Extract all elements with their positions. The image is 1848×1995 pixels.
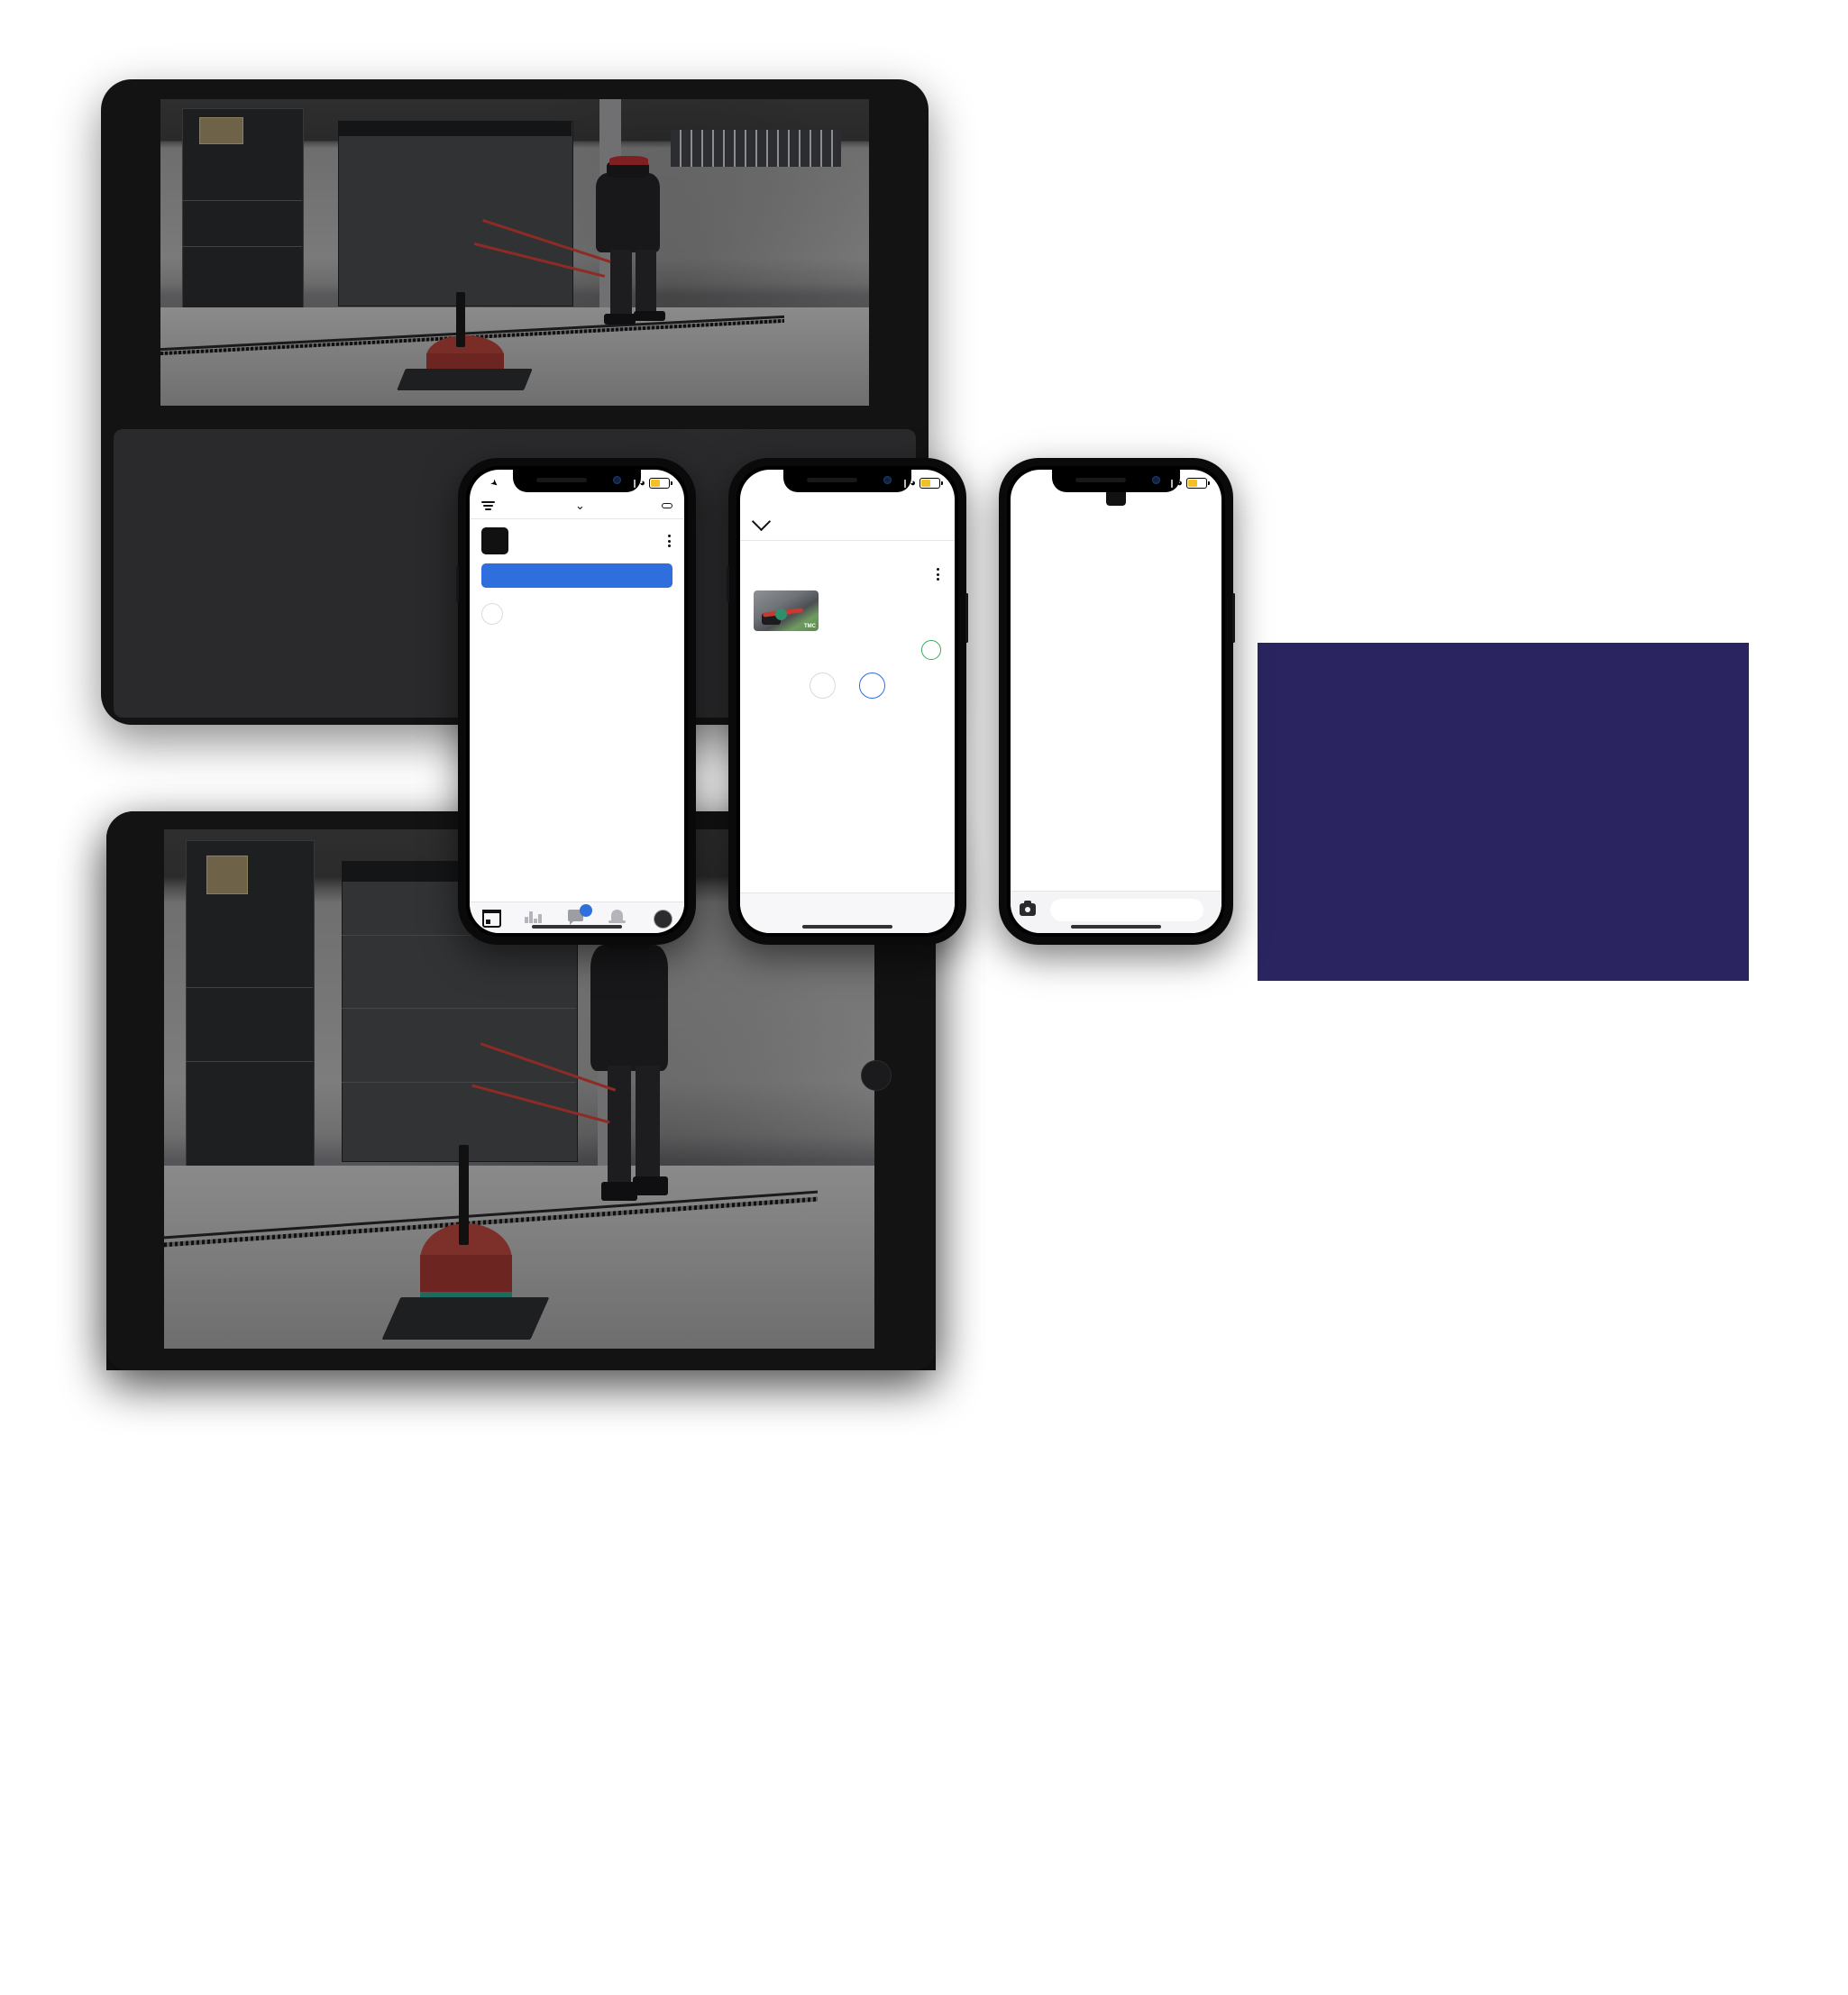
info-icon [481,603,503,625]
resume-session-button[interactable] [481,563,672,588]
tab-stats[interactable] [525,910,543,927]
exercise-demo-thumbnail[interactable]: TMC [754,590,819,631]
phone1-program-row[interactable] [470,519,684,561]
exercise-more-icon[interactable] [935,565,941,583]
purple-backdrop-panel [1258,643,1749,981]
thumb-watermark: TMC [804,624,816,629]
phone1-day-strip[interactable] [470,516,684,517]
session-timer [754,911,941,912]
battery-icon [1186,477,1210,490]
phone1-header: ⌄ [470,495,684,516]
phone1-exercise-blocks [470,628,684,630]
chart-icon [525,910,543,923]
chat-unread-badge [579,903,592,917]
today-button[interactable] [662,503,672,508]
set-stepper[interactable] [754,673,941,699]
camera-icon[interactable] [1020,901,1036,916]
battery-icon [919,477,943,490]
composition-stage: ➤ ◕ ⌄ ◕ TMC ◕ [0,0,1848,1995]
phone-1-device: ➤ ◕ ⌄ [456,458,696,945]
phone2-power-button[interactable] [965,593,968,643]
phone2-status-bar: ◕ [740,470,955,495]
sled-drag-video-frame-top [160,99,869,406]
phone3-header [1011,486,1221,506]
bell-icon [608,909,626,923]
wifi-icon: ◕ [910,478,916,489]
add-set-button[interactable] [859,673,885,699]
sets-table-header [754,640,941,660]
tablet-top-screen [160,99,869,406]
remove-set-button[interactable] [810,673,836,699]
cellular-signal-icon [622,479,636,488]
reps-counter [844,515,846,533]
home-indicator [802,925,892,929]
month-selector[interactable]: ⌄ [572,499,585,513]
home-indicator [532,925,622,929]
wifi-icon: ◕ [639,478,645,489]
phone2-exercise-body: TMC [740,541,955,699]
kg-counter [863,515,865,533]
wifi-icon: ◕ [1176,478,1183,489]
exercise-progress-dots[interactable] [740,499,955,513]
tab-profile[interactable] [654,909,673,929]
battery-icon [649,477,672,490]
phone-1-screen: ➤ ◕ ⌄ [470,470,684,933]
program-more-icon[interactable] [666,532,672,550]
check-all-sets-button[interactable] [921,640,941,660]
filter-icon[interactable] [481,500,495,511]
home-indicator [1071,925,1161,929]
location-arrow-icon: ➤ [488,477,500,490]
phone-2-device: ◕ TMC [727,458,968,945]
phone2-progress-area [740,495,955,538]
tab-calendar[interactable] [481,909,501,928]
phone3-status-bar: ◕ [1011,470,1221,495]
phone2-counter-row [740,511,955,533]
cellular-signal-icon [892,479,907,488]
program-logo [481,527,508,554]
phone-2-screen: ◕ TMC [740,470,955,933]
phone1-volume-buttons[interactable] [456,566,459,602]
tab-notifications[interactable] [608,909,629,927]
phone3-power-button[interactable] [1232,593,1235,643]
thumb-plate [775,608,788,620]
tab-chat[interactable] [567,903,592,927]
phone1-status-bar: ➤ ◕ [470,470,684,495]
coach-instructions-block[interactable] [470,599,684,628]
message-input[interactable] [1050,898,1203,921]
comment-on-session-link[interactable] [470,588,684,599]
phone-3-device: ◕ [999,458,1235,945]
tablet-home-button[interactable] [861,1060,892,1091]
phone2-volume-buttons[interactable] [727,566,729,602]
calendar-icon [481,909,501,928]
cellular-signal-icon [1159,479,1174,488]
phone-3-screen: ◕ [1011,470,1221,933]
avatar [654,909,673,929]
chevron-down-icon: ⌄ [575,499,585,512]
tablet-bottom-chin [106,1349,936,1370]
